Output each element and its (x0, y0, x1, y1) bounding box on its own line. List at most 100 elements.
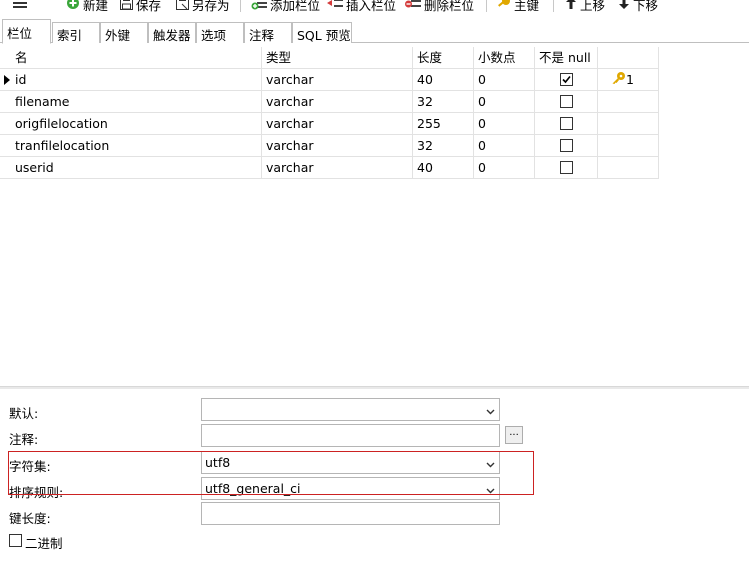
row-indicator-icon (4, 75, 10, 85)
move-up-button[interactable]: 上移 (565, 0, 605, 14)
collation-select[interactable]: utf8_general_ci (201, 477, 500, 500)
key-cell: 1 (598, 69, 659, 91)
field-name-cell[interactable]: id (11, 69, 262, 91)
table-row[interactable]: tranfilelocation varchar 32 0 (0, 135, 659, 157)
header-name[interactable]: 名 (11, 47, 262, 69)
field-type-cell[interactable]: varchar (262, 69, 413, 91)
header-key (598, 47, 659, 69)
primary-key-icon (611, 70, 626, 92)
new-button[interactable]: 新建 (66, 0, 108, 14)
add-field-button[interactable]: 添加栏位 (251, 0, 320, 14)
field-length-cell[interactable]: 32 (413, 135, 474, 157)
key-icon (497, 0, 511, 13)
field-type-cell[interactable]: varchar (262, 113, 413, 135)
field-length-cell[interactable]: 40 (413, 157, 474, 179)
grid-header-row: 名 类型 长度 小数点 不是 null (0, 47, 659, 69)
table-row[interactable]: filename varchar 32 0 (0, 91, 659, 113)
toolbar-separator (553, 0, 554, 12)
key-cell (598, 135, 659, 157)
charset-value: utf8 (205, 455, 231, 470)
comment-input[interactable] (201, 424, 500, 447)
save-as-button[interactable]: 另存为 (176, 0, 230, 14)
header-decimals[interactable]: 小数点 (474, 47, 535, 69)
field-name-cell[interactable]: tranfilelocation (11, 135, 262, 157)
insert-field-icon (327, 0, 343, 13)
comment-ellipsis-button[interactable]: ... (505, 426, 523, 444)
charset-label: 字符集: (9, 459, 51, 474)
not-null-cell (535, 69, 598, 91)
tab-options[interactable]: 选项 (196, 22, 244, 43)
tab-bar: 栏位 索引 外键 触发器 选项 注释 SQL 预览 (0, 19, 749, 44)
delete-field-button[interactable]: 删除栏位 (405, 0, 474, 14)
save-as-icon (176, 0, 189, 13)
tab-comment[interactable]: 注释 (244, 22, 292, 43)
panel-splitter[interactable] (0, 386, 749, 389)
tab-fields[interactable]: 栏位 (2, 19, 51, 44)
save-icon (120, 0, 133, 13)
key-cell (598, 157, 659, 179)
not-null-checkbox[interactable] (560, 95, 573, 108)
field-length-cell[interactable]: 40 (413, 69, 474, 91)
header-length[interactable]: 长度 (413, 47, 474, 69)
checkmark-icon (562, 75, 571, 84)
save-label: 保存 (136, 0, 162, 13)
move-down-button[interactable]: 下移 (618, 0, 658, 14)
field-type-cell[interactable]: varchar (262, 135, 413, 157)
key-length-input[interactable] (201, 502, 500, 525)
chevron-down-icon (486, 404, 495, 419)
table-row[interactable]: id varchar 40 0 1 (0, 69, 659, 91)
header-type[interactable]: 类型 (262, 47, 413, 69)
key-cell (598, 91, 659, 113)
field-decimals-cell[interactable]: 0 (474, 69, 535, 91)
comment-label: 注释: (9, 432, 39, 447)
tab-foreign-keys[interactable]: 外键 (100, 22, 148, 43)
primary-key-label: 主键 (514, 0, 540, 13)
default-label: 默认: (9, 406, 39, 421)
primary-key-button[interactable]: 主键 (497, 0, 539, 14)
arrow-up-icon (565, 0, 577, 13)
insert-field-label: 插入栏位 (346, 0, 397, 13)
menu-button[interactable] (13, 0, 30, 14)
field-length-cell[interactable]: 32 (413, 91, 474, 113)
not-null-checkbox[interactable] (560, 117, 573, 130)
new-label: 新建 (83, 0, 109, 13)
not-null-checkbox[interactable] (560, 73, 573, 86)
field-decimals-cell[interactable]: 0 (474, 113, 535, 135)
delete-field-label: 删除栏位 (424, 0, 475, 13)
chevron-down-icon (486, 483, 495, 498)
insert-field-button[interactable]: 插入栏位 (327, 0, 396, 14)
save-button[interactable]: 保存 (120, 0, 161, 14)
add-field-label: 添加栏位 (270, 0, 321, 13)
arrow-down-icon (618, 0, 630, 13)
not-null-checkbox[interactable] (560, 161, 573, 174)
key-cell (598, 113, 659, 135)
tab-sql-preview[interactable]: SQL 预览 (292, 22, 352, 43)
field-length-cell[interactable]: 255 (413, 113, 474, 135)
field-decimals-cell[interactable]: 0 (474, 91, 535, 113)
charset-select[interactable]: utf8 (201, 451, 500, 474)
field-decimals-cell[interactable]: 0 (474, 135, 535, 157)
toolbar-separator (486, 0, 487, 12)
add-field-icon (251, 0, 267, 13)
move-down-label: 下移 (633, 0, 659, 13)
field-name-cell[interactable]: userid (11, 157, 262, 179)
not-null-checkbox[interactable] (560, 139, 573, 152)
tab-triggers[interactable]: 触发器 (148, 22, 196, 43)
not-null-cell (535, 157, 598, 179)
binary-label: 二进制 (25, 536, 63, 551)
binary-checkbox[interactable] (9, 534, 22, 547)
not-null-cell (535, 135, 598, 157)
table-row[interactable]: origfilelocation varchar 255 0 (0, 113, 659, 135)
table-row[interactable]: userid varchar 40 0 (0, 157, 659, 179)
field-decimals-cell[interactable]: 0 (474, 157, 535, 179)
save-as-label: 另存为 (192, 0, 230, 13)
field-name-cell[interactable]: filename (11, 91, 262, 113)
tab-indexes[interactable]: 索引 (52, 22, 100, 43)
header-not-null[interactable]: 不是 null (535, 47, 598, 69)
field-type-cell[interactable]: varchar (262, 91, 413, 113)
default-select[interactable] (201, 398, 500, 421)
new-icon (66, 0, 80, 13)
move-up-label: 上移 (580, 0, 606, 13)
field-type-cell[interactable]: varchar (262, 157, 413, 179)
field-name-cell[interactable]: origfilelocation (11, 113, 262, 135)
